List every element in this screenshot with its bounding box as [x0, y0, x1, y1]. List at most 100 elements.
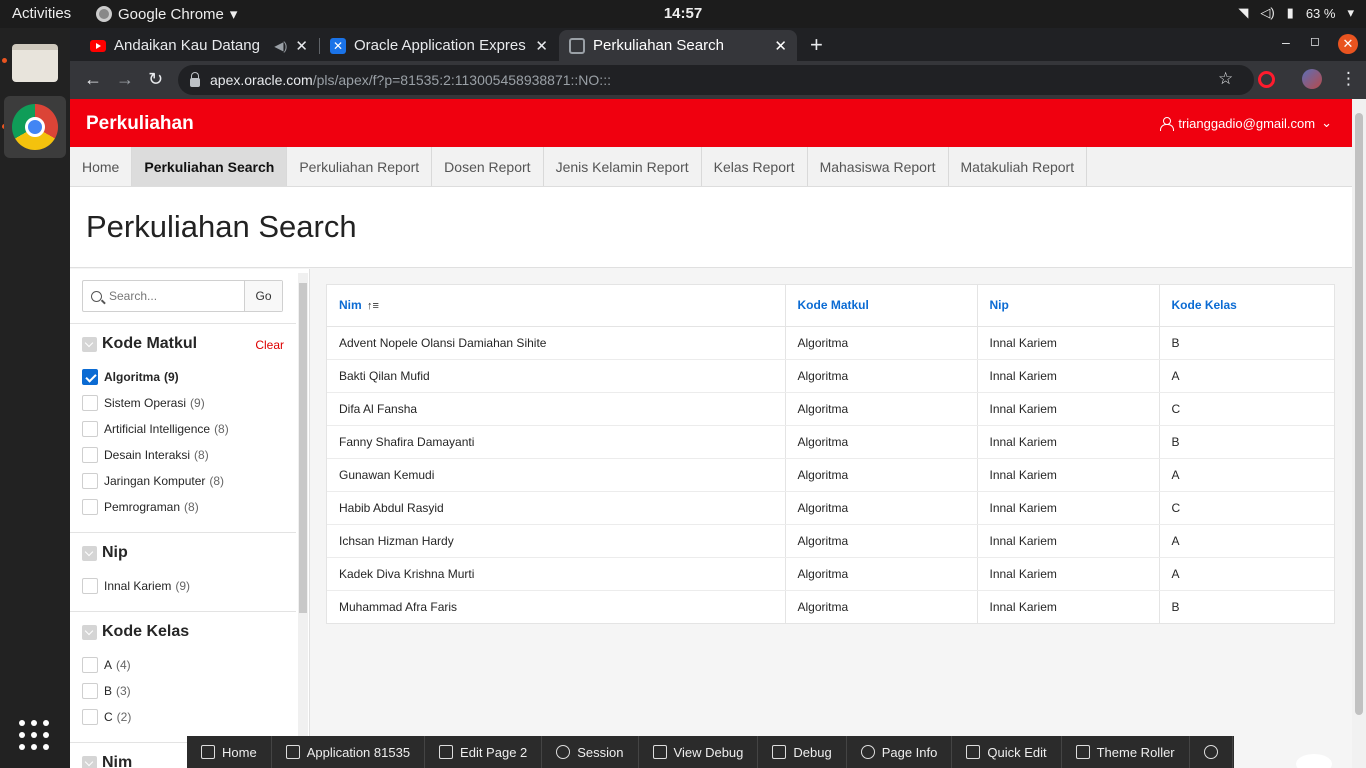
app-menu[interactable]: Google Chrome ▾ — [96, 5, 237, 23]
bookmark-star-icon[interactable]: ☆ — [1218, 69, 1233, 89]
lock-icon[interactable] — [190, 71, 200, 87]
dev-toolbar-debug[interactable]: Debug — [758, 736, 847, 768]
show-applications-icon[interactable] — [19, 720, 49, 750]
scrollbar-thumb[interactable] — [299, 283, 307, 613]
option-label: Jaringan Komputer — [104, 474, 206, 488]
facet-option[interactable]: Artificial Intelligence (8) — [70, 416, 296, 442]
dev-toolbar-application-81535[interactable]: Application 81535 — [272, 736, 426, 768]
close-tab-icon[interactable]: ✕ — [295, 37, 308, 55]
audio-icon[interactable]: ◀) — [274, 39, 287, 53]
edit-icon — [285, 745, 300, 759]
checkbox[interactable] — [82, 447, 98, 463]
column-header-nim[interactable]: Nim ↑≡ — [327, 285, 786, 327]
collapse-chevron-icon[interactable] — [82, 546, 97, 561]
column-header-kode-kelas[interactable]: Kode Kelas — [1159, 285, 1334, 327]
checkbox[interactable] — [82, 369, 98, 385]
dev-toolbar-quick-edit[interactable]: Quick Edit — [952, 736, 1062, 768]
browser-toolbar: ← → ↻ apex.oracle.com/pls/apex/f?p=81535… — [70, 61, 1366, 99]
nav-jenis-kelamin-report[interactable]: Jenis Kelamin Report — [544, 147, 702, 186]
collapse-chevron-icon[interactable] — [82, 625, 97, 640]
search-input[interactable] — [109, 281, 244, 311]
checkbox[interactable] — [82, 578, 98, 594]
page-scrollbar[interactable] — [1352, 99, 1366, 768]
url-path: /pls/apex/f?p=81535:2:113005458938871::N… — [312, 72, 611, 88]
option-count: (9) — [190, 396, 205, 410]
facet-option[interactable]: Desain Interaksi (8) — [70, 442, 296, 468]
clear-facet-link[interactable]: Clear — [255, 338, 284, 352]
opera-extension-icon[interactable] — [1258, 71, 1275, 88]
new-tab-icon[interactable]: + — [810, 32, 823, 58]
collapse-chevron-icon[interactable] — [82, 756, 97, 768]
tab-oracle-apex[interactable]: ✕ Oracle Application Expres ✕ — [320, 30, 558, 61]
checkbox[interactable] — [82, 395, 98, 411]
facet-option[interactable]: C (2) — [70, 704, 296, 730]
tab-youtube[interactable]: Andaikan Kau Datang ◀) ✕ — [80, 30, 318, 61]
close-tab-icon[interactable]: ✕ — [535, 37, 548, 55]
facet-scrollbar[interactable] — [298, 273, 308, 768]
checkbox[interactable] — [82, 683, 98, 699]
facet-option[interactable]: A (4) — [70, 652, 296, 678]
chevron-down-icon: ▾ — [229, 6, 238, 23]
dev-toolbar-session[interactable]: Session — [542, 736, 639, 768]
checkbox[interactable] — [82, 657, 98, 673]
clock[interactable]: 14:57 — [664, 5, 702, 22]
checkbox[interactable] — [82, 499, 98, 515]
facet-header: Nip — [70, 533, 296, 573]
activities-button[interactable]: Activities — [12, 5, 71, 22]
option-label: Desain Interaksi — [104, 448, 191, 462]
minimize-icon[interactable]: – — [1282, 34, 1290, 50]
chrome-launcher[interactable] — [4, 96, 66, 158]
facet-option[interactable]: Algoritma (9) — [70, 364, 296, 390]
close-tab-icon[interactable]: ✕ — [774, 37, 787, 55]
app-menu-label: Google Chrome — [118, 5, 224, 23]
back-icon[interactable]: ← — [84, 69, 102, 90]
dev-toolbar-page-info[interactable]: Page Info — [847, 736, 953, 768]
profile-avatar[interactable] — [1302, 69, 1322, 89]
scrollbar-thumb[interactable] — [1355, 113, 1363, 715]
nav-home[interactable]: Home — [70, 147, 133, 186]
battery-icon: ▮ — [1286, 5, 1294, 20]
option-label: Artificial Intelligence — [104, 422, 211, 436]
column-header-kode-matkul[interactable]: Kode Matkul — [785, 285, 978, 327]
nav-kelas-report[interactable]: Kelas Report — [702, 147, 808, 186]
dev-toolbar-view-debug[interactable]: View Debug — [639, 736, 759, 768]
dev-toolbar-theme-roller[interactable]: Theme Roller — [1062, 736, 1190, 768]
system-tray[interactable]: ◥ ◁) ▮ 63 % ▾ — [1238, 5, 1354, 21]
nav-dosen-report[interactable]: Dosen Report — [432, 147, 544, 186]
collapse-chevron-icon[interactable] — [82, 337, 97, 352]
forward-icon[interactable]: → — [116, 69, 134, 90]
column-header-nip[interactable]: Nip — [977, 285, 1160, 327]
facet-title: Kode Kelas — [102, 623, 190, 640]
nav-mahasiswa-report[interactable]: Mahasiswa Report — [808, 147, 949, 186]
checkbox[interactable] — [82, 709, 98, 725]
go-button[interactable]: Go — [244, 281, 282, 311]
facet-option[interactable]: Innal Kariem (9) — [70, 573, 296, 599]
option-count: (4) — [116, 658, 131, 672]
nav-perkuliahan-report[interactable]: Perkuliahan Report — [287, 147, 433, 186]
maximize-icon[interactable]: ◻ — [1310, 34, 1320, 48]
facet-option[interactable]: Jaringan Komputer (8) — [70, 468, 296, 494]
dev-toolbar-settings[interactable] — [1190, 736, 1233, 768]
app-logo[interactable]: Perkuliahan — [86, 113, 194, 135]
checkbox[interactable] — [82, 421, 98, 437]
address-bar[interactable]: apex.oracle.com/pls/apex/f?p=81535:2:113… — [178, 65, 1254, 95]
tab-perkuliahan-search[interactable]: Perkuliahan Search ✕ — [559, 30, 797, 61]
option-count: (8) — [194, 448, 209, 462]
option-label: Sistem Operasi — [104, 396, 187, 410]
checkbox[interactable] — [82, 473, 98, 489]
close-window-icon[interactable]: ✕ — [1338, 34, 1358, 54]
user-menu[interactable]: trianggadio@gmail.com ⌄ — [1160, 115, 1332, 131]
facet-option[interactable]: Pemrograman (8) — [70, 494, 296, 520]
nav-matakuliah-report[interactable]: Matakuliah Report — [949, 147, 1088, 186]
facet-option[interactable]: Sistem Operasi (9) — [70, 390, 296, 416]
facet-option[interactable]: B (3) — [70, 678, 296, 704]
browser-menu-icon[interactable]: ⋮ — [1340, 69, 1357, 89]
nav-perkuliahan-search[interactable]: Perkuliahan Search — [132, 147, 288, 186]
dev-toolbar-home[interactable]: Home — [187, 736, 272, 768]
top-navigation: Home Perkuliahan Search Perkuliahan Repo… — [70, 147, 1352, 187]
reload-icon[interactable]: ↻ — [148, 69, 163, 90]
files-launcher[interactable] — [4, 32, 66, 94]
tab-title: Oracle Application Expres — [354, 37, 526, 54]
dev-toolbar-edit-page-2[interactable]: Edit Page 2 — [425, 736, 543, 768]
table-cell: B — [1159, 326, 1334, 360]
